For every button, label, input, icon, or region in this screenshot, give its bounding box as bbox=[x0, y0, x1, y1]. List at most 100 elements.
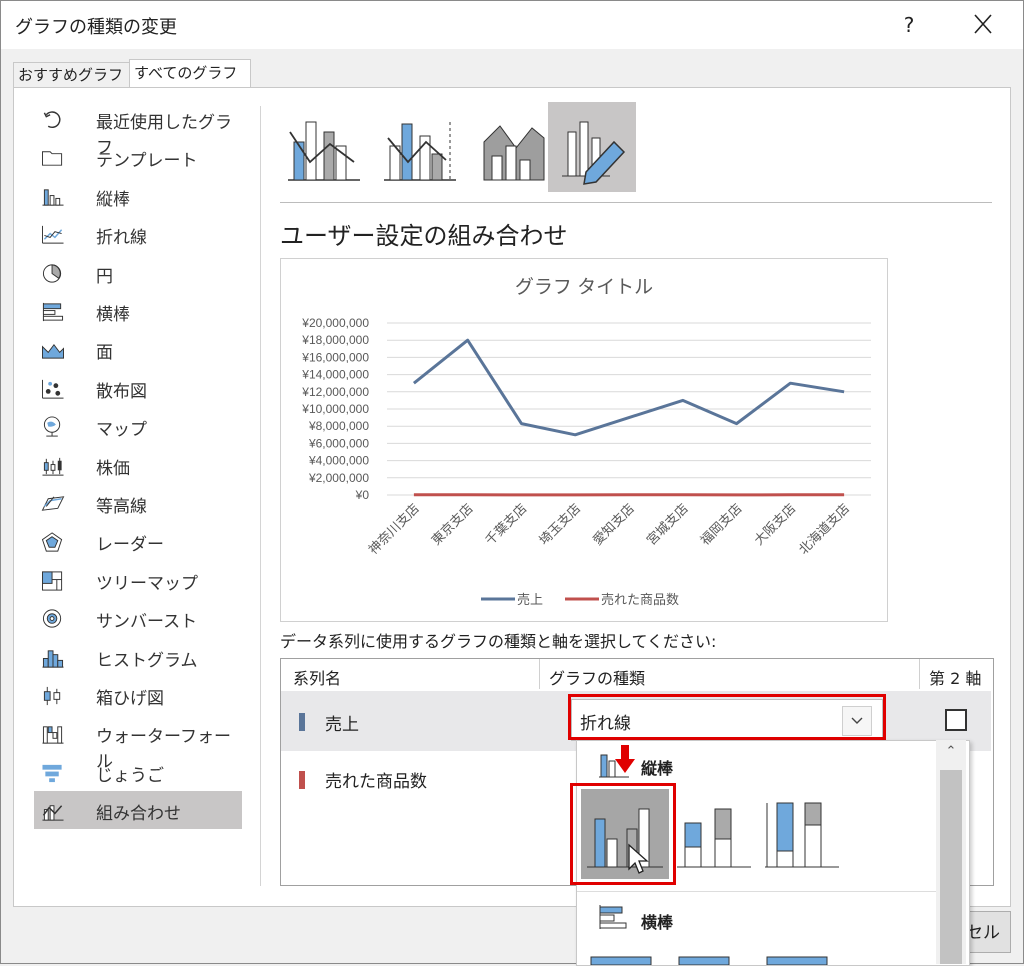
x-tick-label: 福岡支店 bbox=[698, 501, 745, 548]
sidebar-item-radar-chart[interactable]: レーダー bbox=[34, 522, 242, 560]
map-chart-icon bbox=[40, 416, 66, 438]
help-button[interactable]: ? bbox=[889, 7, 929, 43]
y-tick-label: ¥4,000,000 bbox=[308, 454, 369, 468]
sidebar-item-combo-chart[interactable]: 組み合わせ bbox=[34, 791, 242, 829]
sidebar-item-sunburst-chart[interactable]: サンバースト bbox=[34, 599, 242, 637]
sidebar-item-label: マップ bbox=[96, 415, 147, 440]
sidebar-item-bar-chart[interactable]: 横棒 bbox=[34, 292, 242, 330]
dialog-title: グラフの種類の変更 bbox=[15, 13, 177, 39]
subtype-clustered-column-line[interactable] bbox=[280, 102, 368, 192]
header-series-name: 系列名 bbox=[293, 665, 341, 689]
dropdown-scrollbar[interactable]: ⌃ bbox=[936, 740, 966, 964]
surface-chart-icon bbox=[40, 493, 66, 515]
header-secondary-axis: 第 2 軸 bbox=[929, 665, 981, 689]
sidebar-item-column-chart[interactable]: 縦棒 bbox=[34, 177, 242, 215]
section-title: ユーザー設定の組み合わせ bbox=[280, 216, 568, 251]
bar-chart-icon bbox=[40, 301, 66, 323]
y-tick-label: ¥0 bbox=[355, 488, 370, 502]
highlight-frame bbox=[568, 694, 886, 740]
sidebar-item-treemap-chart[interactable]: ツリーマップ bbox=[34, 561, 242, 599]
y-tick-label: ¥10,000,000 bbox=[301, 402, 369, 416]
sidebar-item-label: じょうご bbox=[96, 761, 164, 786]
highlight-frame bbox=[570, 783, 676, 885]
tab-all-charts[interactable]: すべてのグラフ bbox=[129, 59, 251, 88]
waterfall-chart-icon bbox=[40, 723, 66, 745]
header-chart-type: グラフの種類 bbox=[549, 665, 645, 689]
sidebar-item-waterfall-chart[interactable]: ウォーターフォール bbox=[34, 714, 242, 752]
y-tick-label: ¥2,000,000 bbox=[308, 471, 369, 485]
column-divider bbox=[539, 659, 540, 689]
subtype-column-line-secondary[interactable] bbox=[376, 102, 464, 192]
stacked-column-icon bbox=[675, 789, 755, 879]
y-tick-label: ¥12,000,000 bbox=[301, 385, 369, 399]
folder-icon bbox=[40, 147, 66, 169]
subtype-area-column[interactable] bbox=[470, 102, 558, 192]
bar-chart-icon bbox=[597, 903, 631, 931]
secondary-axis-checkbox[interactable] bbox=[945, 709, 967, 731]
scrollbar-thumb[interactable] bbox=[940, 770, 962, 964]
sidebar-item-histogram-chart[interactable]: ヒストグラム bbox=[34, 638, 242, 676]
y-tick-label: ¥8,000,000 bbox=[308, 419, 369, 433]
sidebar-item-label: 面 bbox=[96, 338, 113, 363]
x-tick-label: 大阪支店 bbox=[752, 501, 799, 548]
bar-options-partial bbox=[585, 949, 925, 965]
percent-stacked-column-icon bbox=[763, 789, 843, 879]
sidebar-item-label: 組み合わせ bbox=[96, 799, 181, 824]
series-name: 売れた商品数 bbox=[325, 767, 427, 792]
sidebar-item-label: テンプレート bbox=[96, 146, 198, 171]
x-tick-label: 愛知支店 bbox=[590, 501, 638, 549]
combo-column-line-icon bbox=[280, 102, 368, 192]
sidebar-item-pie-chart[interactable]: 円 bbox=[34, 254, 242, 292]
sidebar-item-label: 散布図 bbox=[96, 377, 147, 402]
series-name: 売上 bbox=[325, 710, 359, 735]
option-stacked-column[interactable] bbox=[675, 789, 755, 879]
chart-preview: グラフ タイトル¥0¥2,000,000¥4,000,000¥6,000,000… bbox=[280, 258, 888, 622]
sidebar-item-recent[interactable]: 最近使用したグラフ bbox=[34, 100, 242, 138]
sidebar-item-area-chart[interactable]: 面 bbox=[34, 330, 242, 368]
sidebar-item-label: ヒストグラム bbox=[96, 646, 198, 671]
combo-chart-icon bbox=[40, 800, 66, 822]
close-button[interactable] bbox=[963, 7, 1003, 43]
histogram-chart-icon bbox=[40, 647, 66, 669]
scatter-chart-icon bbox=[40, 378, 66, 400]
recent-icon bbox=[40, 109, 66, 131]
x-tick-label: 宮城支店 bbox=[644, 501, 692, 549]
option-100-stacked-column[interactable] bbox=[763, 789, 843, 879]
sidebar-item-label: 箱ひげ図 bbox=[96, 684, 164, 709]
series-color-swatch bbox=[299, 771, 305, 789]
tab-recommended[interactable]: おすすめグラフ bbox=[13, 62, 131, 88]
sidebar-item-stock-chart[interactable]: 株価 bbox=[34, 446, 242, 484]
boxwhisker-chart-icon bbox=[40, 685, 66, 707]
sidebar-item-line-chart[interactable]: 折れ線 bbox=[34, 215, 242, 253]
sidebar-item-label: 縦棒 bbox=[96, 185, 130, 210]
sidebar-item-label: ツリーマップ bbox=[96, 569, 198, 594]
dropdown-group-bar: 横棒 bbox=[641, 909, 673, 933]
legend-label: 売れた商品数 bbox=[601, 592, 679, 608]
subtype-custom-combination[interactable] bbox=[548, 102, 636, 192]
sidebar-item-funnel-chart[interactable]: じょうご bbox=[34, 753, 242, 791]
sidebar-item-boxwhisker-chart[interactable]: 箱ひげ図 bbox=[34, 676, 242, 714]
scroll-up-icon[interactable]: ⌃ bbox=[944, 744, 958, 764]
legend-label: 売上 bbox=[517, 592, 543, 608]
dropdown-group-column: 縦棒 bbox=[641, 755, 673, 779]
sidebar-item-map-chart[interactable]: マップ bbox=[34, 407, 242, 445]
radar-chart-icon bbox=[40, 531, 66, 553]
sidebar-item-label: サンバースト bbox=[96, 607, 197, 632]
red-down-arrow-icon bbox=[613, 743, 637, 777]
series-color-swatch bbox=[299, 713, 305, 731]
custom-combo-pencil-icon bbox=[548, 102, 636, 192]
divider bbox=[260, 106, 261, 886]
funnel-chart-icon bbox=[40, 762, 66, 784]
stock-chart-icon bbox=[40, 455, 66, 477]
area-chart-icon bbox=[40, 339, 66, 361]
pie-chart-icon bbox=[40, 263, 66, 285]
x-tick-label: 神奈川支店 bbox=[366, 501, 423, 558]
sidebar-item-scatter-chart[interactable]: 散布図 bbox=[34, 369, 242, 407]
line-chart-icon bbox=[40, 224, 66, 246]
x-tick-label: 北海道支店 bbox=[796, 501, 853, 558]
sidebar-item-surface-chart[interactable]: 等高線 bbox=[34, 484, 242, 522]
sidebar-item-label: 株価 bbox=[96, 454, 130, 479]
sidebar-item-folder[interactable]: テンプレート bbox=[34, 138, 242, 176]
y-tick-label: ¥16,000,000 bbox=[301, 350, 369, 364]
line-chart: グラフ タイトル¥0¥2,000,000¥4,000,000¥6,000,000… bbox=[281, 259, 887, 621]
